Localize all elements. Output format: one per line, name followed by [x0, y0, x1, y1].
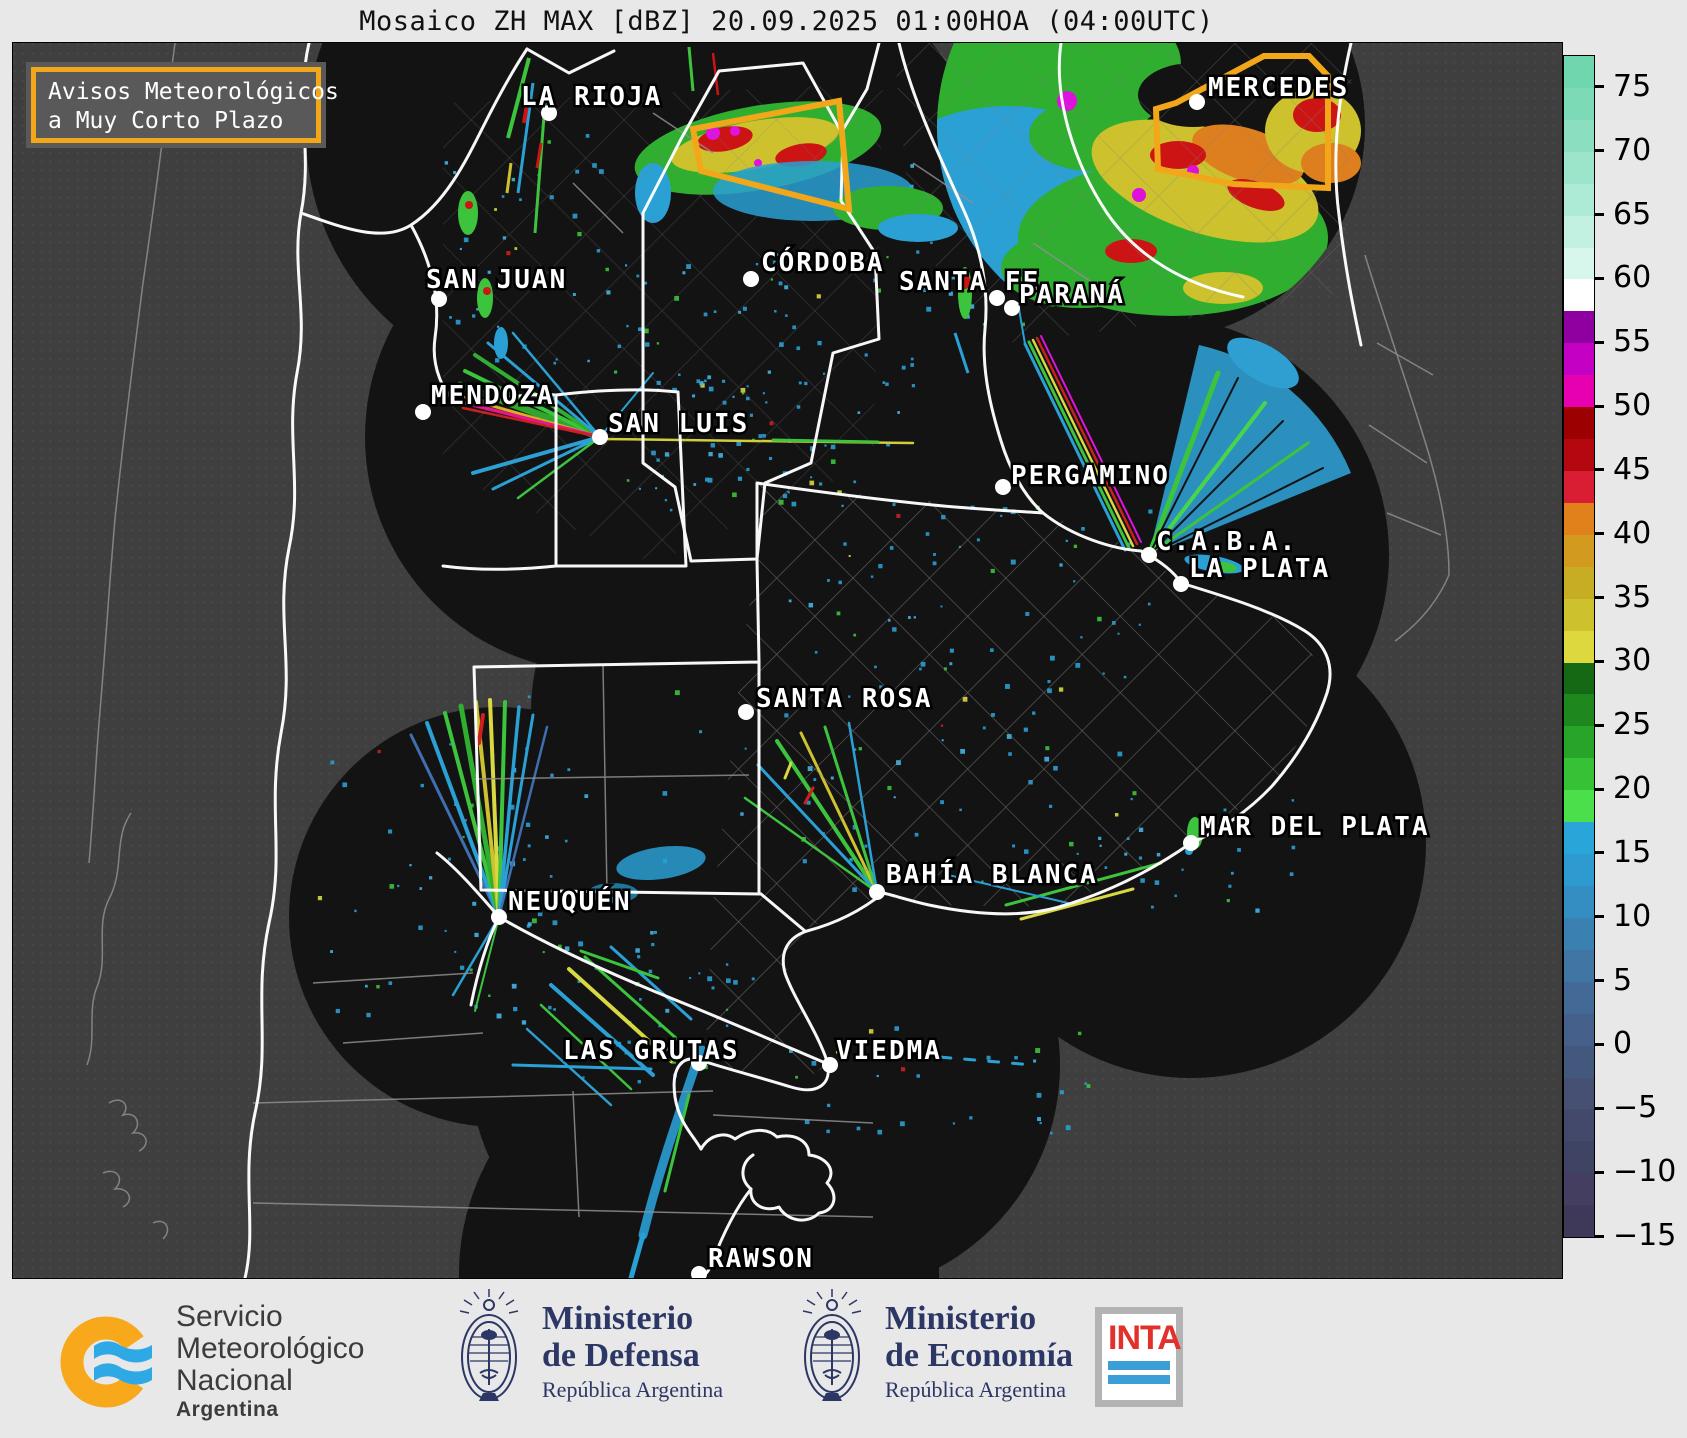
- city-dot: [869, 884, 885, 900]
- colorbar-tick: [1594, 85, 1604, 88]
- colorbar-tick: [1594, 341, 1604, 344]
- city-marker: LAS GRUTAS: [563, 1036, 740, 1071]
- city-label: MENDOZA: [431, 381, 555, 411]
- colorbar-tick-label: 45: [1613, 452, 1651, 487]
- city-dot: [738, 704, 754, 720]
- colorbar-tick: [1594, 405, 1604, 408]
- city-dot: [1004, 300, 1020, 316]
- city-marker: PERGAMINO: [995, 461, 1170, 495]
- colorbar-tick: [1594, 149, 1604, 152]
- colorbar-tick-label: 65: [1613, 196, 1651, 231]
- colorbar-tick-label: 60: [1613, 260, 1651, 295]
- city-label: MAR DEL PLATA: [1200, 812, 1430, 842]
- city-label: RAWSON: [708, 1244, 814, 1274]
- radar-map-canvas: LA RIOJASAN JUANCÓRDOBAMERCEDESSANTA FEP…: [13, 43, 1562, 1278]
- coat-of-arms-icon: [452, 1287, 526, 1417]
- colorbar-tick-label: 30: [1613, 643, 1651, 678]
- colorbar-tick: [1594, 213, 1604, 216]
- inta-bar-bottom: [1108, 1375, 1170, 1384]
- city-dot: [1173, 576, 1189, 592]
- radar-product-page: Mosaico ZH MAX [dBZ] 20.09.2025 01:00HOA…: [0, 0, 1687, 1438]
- city-label: NEUQUÉN: [508, 885, 632, 917]
- radar-map: LA RIOJASAN JUANCÓRDOBAMERCEDESSANTA FEP…: [12, 42, 1563, 1279]
- colorbar-tick-label: 20: [1613, 771, 1651, 806]
- colorbar-tick: [1594, 660, 1604, 663]
- colorbar-tick-label: 40: [1613, 516, 1651, 551]
- colorbar-tick-label: 70: [1613, 133, 1651, 168]
- colorbar-tick: [1594, 1043, 1604, 1046]
- smn-icon: [60, 1312, 164, 1412]
- colorbar-tick: [1594, 788, 1604, 791]
- colorbar-tick: [1594, 979, 1604, 982]
- colorbar-tick-label: −10: [1613, 1154, 1676, 1189]
- city-label: SAN LUIS: [608, 409, 749, 439]
- inta-wordmark: INTA: [1108, 1322, 1170, 1354]
- city-dot: [1183, 835, 1199, 851]
- ministerio-economia-wordmark: Ministerio de Economía República Argenti…: [885, 1301, 1073, 1403]
- colorbar-tick: [1594, 915, 1604, 918]
- colorbar-tick-label: 15: [1613, 835, 1651, 870]
- warning-box-text: Avisos Meteorológicos a Muy Corto Plazo: [48, 78, 339, 137]
- colorbar-tick-label: −15: [1613, 1218, 1676, 1253]
- ministerio-defensa-wordmark: Ministerio de Defensa República Argentin…: [542, 1301, 723, 1403]
- city-label: CÓRDOBA: [761, 246, 885, 278]
- warning-box: Avisos Meteorológicos a Muy Corto Plazo: [26, 62, 326, 148]
- city-marker: RAWSON: [691, 1244, 814, 1278]
- page-title: Mosaico ZH MAX [dBZ] 20.09.2025 01:00HOA…: [12, 6, 1561, 37]
- city-label: VIEDMA: [836, 1036, 942, 1066]
- inta-logo: INTA: [1095, 1307, 1183, 1407]
- inta-logo-box: INTA: [1095, 1307, 1183, 1407]
- colorbar-tick: [1594, 596, 1604, 599]
- city-dot: [1141, 547, 1157, 563]
- coat-of-arms-icon: [795, 1287, 869, 1417]
- smn-logo: Servicio Meteorológico Nacional Argentin…: [60, 1301, 364, 1422]
- colorbar: 757065605550454035302520151050−5−10−15: [1563, 0, 1687, 1438]
- city-dot: [592, 429, 608, 445]
- city-label: LAS GRUTAS: [563, 1036, 740, 1066]
- colorbar-tick: [1594, 532, 1604, 535]
- city-dot: [491, 909, 507, 925]
- colorbar-tick-label: 55: [1613, 324, 1651, 359]
- colorbar-tick-label: −5: [1613, 1090, 1657, 1125]
- colorbar-tick: [1594, 724, 1604, 727]
- colorbar-tick-label: 75: [1613, 69, 1651, 104]
- city-dot: [995, 479, 1011, 495]
- colorbar-tick: [1594, 1107, 1604, 1110]
- colorbar-tick: [1594, 1235, 1604, 1238]
- colorbar-scale: [1563, 55, 1595, 1238]
- city-dot: [1189, 94, 1205, 110]
- city-dot: [743, 271, 759, 287]
- city-label: SANTA ROSA: [756, 684, 933, 714]
- colorbar-tick: [1594, 468, 1604, 471]
- city-label: LA RIOJA: [521, 82, 662, 112]
- colorbar-tick-label: 10: [1613, 899, 1651, 934]
- ministerio-defensa-logo: Ministerio de Defensa República Argentin…: [452, 1287, 723, 1417]
- city-label: LA PLATA: [1189, 554, 1330, 584]
- ministerio-economia-logo: Ministerio de Economía República Argenti…: [795, 1287, 1073, 1417]
- colorbar-tick-label: 0: [1613, 1026, 1632, 1061]
- city-label: MERCEDES: [1208, 73, 1349, 103]
- city-label: PERGAMINO: [1011, 461, 1170, 491]
- city-label: SAN JUAN: [426, 265, 567, 295]
- footer: Servicio Meteorológico Nacional Argentin…: [0, 1279, 1687, 1438]
- city-label: PARANÁ: [1019, 278, 1125, 310]
- colorbar-tick: [1594, 1171, 1604, 1174]
- colorbar-tick: [1594, 277, 1604, 280]
- colorbar-tick-label: 50: [1613, 388, 1651, 423]
- inta-bar-top: [1108, 1361, 1170, 1370]
- smn-wordmark: Servicio Meteorológico Nacional Argentin…: [176, 1301, 364, 1422]
- colorbar-tick-label: 25: [1613, 707, 1651, 742]
- colorbar-tick-label: 35: [1613, 579, 1651, 614]
- colorbar-tick: [1594, 851, 1604, 854]
- city-label: BAHÍA BLANCA: [886, 858, 1098, 890]
- city-dot: [415, 404, 431, 420]
- colorbar-tick-label: 5: [1613, 962, 1632, 997]
- city-label: C.A.B.A.: [1156, 527, 1297, 557]
